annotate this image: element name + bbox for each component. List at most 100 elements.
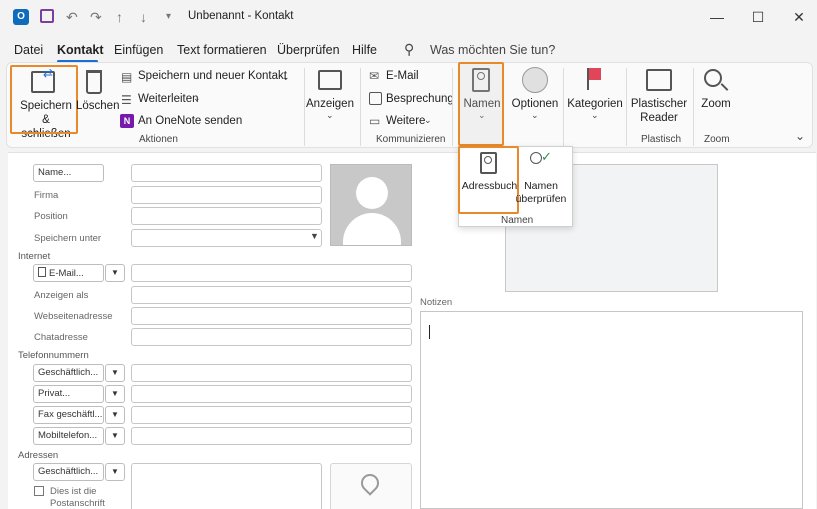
group-separator: [360, 68, 361, 146]
name-input[interactable]: [131, 164, 322, 182]
address-type-dropdown[interactable]: ▼: [105, 463, 125, 481]
view-button[interactable]: Anzeigen: [305, 97, 355, 111]
chat-input[interactable]: [131, 328, 412, 346]
check-names-label-2[interactable]: überprüfen: [515, 192, 567, 206]
email-type-dropdown[interactable]: ▼: [105, 264, 125, 282]
options-button[interactable]: Optionen: [510, 97, 560, 111]
chat-label: Chatadresse: [34, 332, 88, 343]
address-textarea[interactable]: [131, 463, 322, 509]
tab-ueberpruefen[interactable]: Überprüfen: [277, 43, 340, 57]
email-type-button[interactable]: E-Mail...: [33, 264, 104, 282]
phone-fax-input[interactable]: [131, 406, 412, 424]
position-label: Position: [34, 211, 68, 222]
flag-icon: [587, 68, 601, 80]
search-prompt[interactable]: Was möchten Sie tun?: [430, 43, 555, 57]
internet-section-label: Internet: [18, 251, 51, 262]
customize-toolbar-icon[interactable]: ▾: [166, 11, 171, 22]
tab-kontakt[interactable]: Kontakt: [57, 43, 104, 57]
postal-address-checkbox[interactable]: [34, 486, 44, 496]
phone-type-home[interactable]: Privat...: [33, 385, 104, 403]
zoom-button[interactable]: Zoom: [698, 97, 734, 111]
group-label-plastisch: Plastisch: [641, 134, 682, 145]
more-icon: ▭: [369, 114, 381, 128]
contact-photo[interactable]: [330, 164, 412, 246]
notes-label: Notizen: [420, 297, 453, 308]
phone-home-input[interactable]: [131, 385, 412, 403]
immersive-reader-label-2[interactable]: Reader: [630, 111, 688, 125]
up-arrow-icon[interactable]: ↑: [116, 9, 123, 25]
undo-icon[interactable]: ↶: [66, 9, 78, 26]
address-type-button[interactable]: Geschäftlich...: [33, 463, 104, 481]
check-names-label-1[interactable]: Namen: [519, 179, 563, 193]
phone-type-business[interactable]: Geschäftlich...: [33, 364, 104, 382]
tab-einfuegen[interactable]: Einfügen: [114, 43, 163, 57]
forward-dropdown-icon[interactable]: ⌄: [193, 93, 201, 104]
email-button[interactable]: E-Mail: [386, 70, 419, 82]
forward-button[interactable]: Weiterleiten: [138, 93, 199, 105]
phone-type-mobile[interactable]: Mobiltelefon...: [33, 427, 104, 445]
save-as-dropdown-icon[interactable]: ▼: [310, 231, 319, 241]
save-as-label: Speichern unter: [34, 233, 102, 244]
name-button[interactable]: Name...: [33, 164, 104, 182]
group-separator: [563, 68, 564, 146]
tab-hilfe[interactable]: Hilfe: [352, 43, 377, 57]
options-icon: [522, 67, 548, 93]
avatar-head: [356, 177, 388, 209]
immersive-reader-icon: [646, 69, 672, 91]
tab-text-formatieren[interactable]: Text formatieren: [177, 43, 267, 57]
phone-type-fax[interactable]: Fax geschäftl...: [33, 406, 104, 424]
ribbon-collapse-icon[interactable]: ⌄: [795, 129, 805, 143]
group-label-aktionen: Aktionen: [139, 134, 178, 145]
postal-address-label-1: Dies ist die: [50, 486, 97, 497]
view-dropdown-icon[interactable]: ⌄: [326, 110, 334, 121]
maximize-button[interactable]: ☐: [738, 5, 778, 29]
avatar-body: [343, 213, 401, 245]
email-input[interactable]: [131, 264, 412, 282]
save-close-button[interactable]: [10, 65, 78, 134]
more-dropdown-icon[interactable]: ⌄: [424, 115, 432, 126]
title-bar: O ↶ ↷ ↑ ↓ ▾ Unbenannt - Kontakt — ☐ ✕: [0, 0, 817, 34]
website-input[interactable]: [131, 307, 412, 325]
phone-type-mobile-dropdown[interactable]: ▼: [105, 427, 125, 445]
email-type-label: E-Mail...: [49, 268, 84, 279]
minimize-button[interactable]: —: [697, 5, 737, 29]
phone-mobile-input[interactable]: [131, 427, 412, 445]
options-dropdown-icon[interactable]: ⌄: [531, 110, 539, 121]
check-names-check-icon: ✓: [541, 149, 552, 164]
phone-type-business-dropdown[interactable]: ▼: [105, 364, 125, 382]
text-cursor: [429, 325, 430, 339]
save-icon[interactable]: [40, 9, 54, 23]
window-title: Unbenannt - Kontakt: [188, 10, 294, 22]
outlook-logo-icon: O: [13, 9, 29, 25]
categories-button[interactable]: Kategorien: [566, 97, 624, 111]
more-button[interactable]: Weitere: [386, 115, 425, 127]
delete-button[interactable]: Löschen: [76, 99, 119, 113]
phone-type-home-dropdown[interactable]: ▼: [105, 385, 125, 403]
save-new-dropdown-icon[interactable]: ⌄: [282, 72, 290, 83]
redo-icon[interactable]: ↷: [90, 9, 102, 26]
names-button[interactable]: [458, 62, 504, 146]
onenote-button[interactable]: An OneNote senden: [138, 115, 242, 127]
down-arrow-icon[interactable]: ↓: [140, 9, 147, 25]
lightbulb-icon: ⚲: [404, 41, 415, 57]
display-as-input[interactable]: [131, 286, 412, 304]
close-button[interactable]: ✕: [779, 5, 817, 29]
save-as-select[interactable]: [131, 229, 322, 247]
meeting-icon: [369, 92, 382, 105]
meeting-button[interactable]: Besprechung: [386, 93, 454, 105]
group-label-kommunizieren: Kommunizieren: [376, 134, 446, 145]
firma-input[interactable]: [131, 186, 322, 204]
save-new-button[interactable]: Speichern und neuer Kontakt: [138, 70, 287, 82]
address-section-label: Adressen: [18, 450, 59, 461]
tab-datei[interactable]: Datei: [14, 43, 43, 57]
phone-business-input[interactable]: [131, 364, 412, 382]
zoom-icon: [704, 69, 722, 87]
phone-type-fax-dropdown[interactable]: ▼: [105, 406, 125, 424]
group-separator: [626, 68, 627, 146]
position-input[interactable]: [131, 207, 322, 225]
email-icon: ✉: [369, 69, 380, 83]
categories-dropdown-icon[interactable]: ⌄: [591, 110, 599, 121]
address-book-button[interactable]: [458, 146, 519, 214]
notes-textarea[interactable]: [420, 311, 803, 509]
immersive-reader-label-1[interactable]: Plastischer: [630, 97, 688, 111]
